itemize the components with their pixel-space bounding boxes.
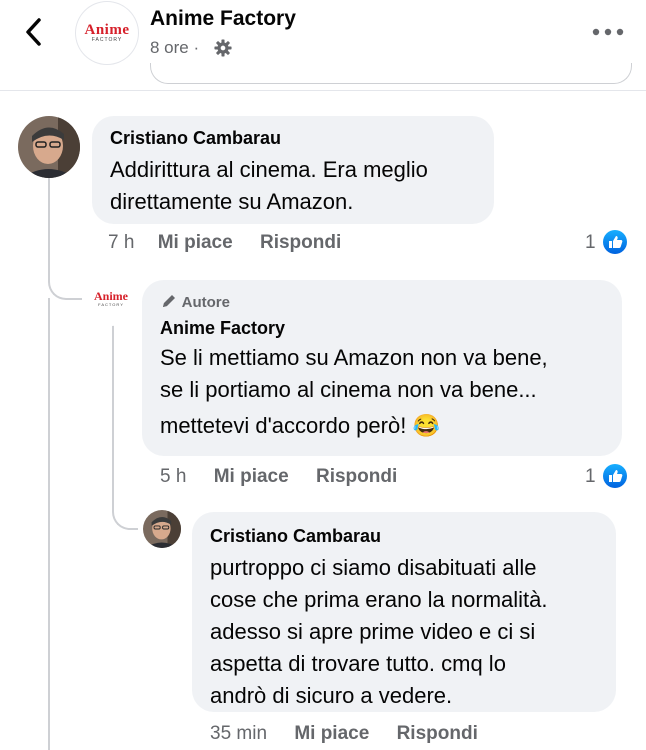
like-button[interactable]: Mi piace [294,723,369,744]
commenter-avatar[interactable] [18,116,80,178]
more-options-icon[interactable] [592,28,624,36]
page-name[interactable]: Anime Factory [150,7,296,31]
comment-time[interactable]: 5 h [160,466,186,487]
comment-line: purtroppo ci siamo disabituati alle [210,555,537,580]
thread-line-nested [112,322,114,502]
user-photo-icon [18,116,80,178]
post-preview-edge [150,63,632,84]
back-chevron-icon[interactable] [20,16,50,48]
comment-line: aspetta di trovare tutto. cmq lo [210,651,506,676]
logo-subtitle-small: FACTORY [98,302,124,307]
page-avatar-small[interactable]: Anime FACTORY [88,280,134,326]
reaction-count[interactable]: 1 [585,232,596,254]
like-reaction-icon[interactable] [603,230,627,254]
comment-line: andrò di sicuro a vedere. [210,683,453,708]
comment-author[interactable]: Anime Factory [160,318,285,339]
post-header: Anime FACTORY Anime Factory 8 ore · [0,0,646,92]
commenter-avatar[interactable] [143,510,181,548]
thread-line-tail [48,298,50,750]
logo-subtitle: FACTORY [91,37,123,43]
comment-text: Addirittura al cinema. Era meglio dirett… [110,154,490,218]
pencil-icon [163,295,175,307]
comment-actions: 35 min Mi piace Rispondi [210,723,478,745]
author-badge-label: Autore [181,294,230,311]
nested-reply-bubble[interactable]: Cristiano Cambarau purtroppo ci siamo di… [192,512,616,712]
like-reaction-icon[interactable] [603,464,627,488]
post-meta: 8 ore · [150,38,199,58]
thread-connector-nested [112,490,138,530]
comment-actions: 7 h Mi piace Rispondi [108,232,341,254]
like-button[interactable]: Mi piace [158,232,233,253]
like-button[interactable]: Mi piace [214,466,289,487]
laughing-emoji: 😂 [412,413,440,438]
post-time[interactable]: 8 ore [150,38,189,57]
reply-button[interactable]: Rispondi [316,466,397,487]
header-divider [0,90,646,91]
comment-line: cose che prima erano la normalità. [210,587,548,612]
comment-time[interactable]: 7 h [108,232,134,253]
user-photo-icon [143,510,181,548]
comment-line: se li portiamo al cinema non va bene... [160,377,537,402]
comment-text: purtroppo ci siamo disabituati alle cose… [210,552,614,712]
meta-separator: · [193,38,200,57]
comment-time[interactable]: 35 min [210,723,267,744]
comment-author[interactable]: Cristiano Cambarau [210,526,381,547]
comment-line: mettetevi d'accordo però! [160,413,407,438]
comment-bubble[interactable]: Cristiano Cambarau Addirittura al cinema… [92,116,494,224]
comment-author[interactable]: Cristiano Cambarau [110,128,281,149]
reaction-count[interactable]: 1 [585,466,596,488]
comment-line: Se li mettiamo su Amazon non va bene, [160,345,548,370]
comment-line-with-emoji: mettetevi d'accordo però! 😂 [160,410,620,442]
comment-text: Se li mettiamo su Amazon non va bene, se… [160,342,620,442]
reply-button[interactable]: Rispondi [260,232,341,253]
privacy-gear-icon [214,39,232,57]
page-avatar-logo[interactable]: Anime FACTORY [76,2,138,64]
author-badge: Autore [160,292,230,311]
comment-line: adesso si apre prime video e ci si [210,619,536,644]
comment-line: direttamente su Amazon. [110,189,354,214]
reply-button[interactable]: Rispondi [397,723,478,744]
comment-line: Addirittura al cinema. Era meglio [110,157,428,182]
author-reply-bubble[interactable]: Autore Anime Factory Se li mettiamo su A… [142,280,622,456]
thread-connector-reply [48,262,82,300]
comment-actions: 5 h Mi piace Rispondi [160,466,397,488]
